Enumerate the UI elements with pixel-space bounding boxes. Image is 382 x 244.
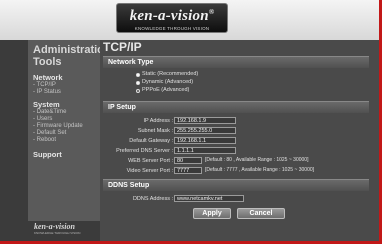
sidebar-item-default-set[interactable]: - Default Set [33,130,66,136]
radio-static-dot[interactable] [136,72,140,77]
dns-server-input[interactable] [174,147,236,154]
video-port-label: Video Server Port : [126,168,173,174]
video-port-hint: [Default : 7777 , Available Range : 1025… [205,167,315,173]
logo-text: ken-a-vision [129,8,209,24]
page-title: TCP/IP [103,40,142,54]
ddns-row: DDNS Address : [103,195,369,203]
radio-dynamic-dot[interactable] [136,80,140,85]
logo-tagline: KNOWLEDGE THROUGH VISION [134,26,210,31]
footer-logo-text: ken-a-vision [34,222,75,231]
cancel-button[interactable]: Cancel [237,208,285,219]
default-gateway-row: Default Gateway : [103,137,369,145]
apply-button[interactable]: Apply [193,208,231,219]
ddns-address-label: DDNS Address : [132,196,173,202]
dns-server-row: Preferred DNS Server : [103,147,369,155]
ip-address-input[interactable] [174,117,236,124]
sidebar-section-network[interactable]: Network [33,73,63,82]
web-port-label: WEB Server Port : [128,158,173,164]
sidebar-title-line1: Administration [33,44,111,56]
subnet-mask-input[interactable] [174,127,236,134]
footer-logo-tagline: KNOWLEDGE THROUGH VISION [34,231,81,235]
radio-static-label: Static (Recommended) [142,71,199,77]
web-port-input[interactable] [174,157,202,164]
logo-trademark: ® [208,8,215,16]
video-port-row: Video Server Port : [Default : 7777 , Av… [103,167,369,175]
ddns-address-input[interactable] [174,195,244,202]
sidebar-title-line2: Tools [33,56,62,68]
section-network-type: Network Type [103,56,369,68]
ip-address-row: IP Address : [103,117,369,125]
brand-logo: ken-a-vision® KNOWLEDGE THROUGH VISION [116,3,228,33]
web-port-hint: [Default : 80 , Available Range : 1025 ~… [205,157,309,163]
ip-address-label: IP Address : [143,118,173,124]
top-banner: ken-a-vision® KNOWLEDGE THROUGH VISION [0,0,379,40]
radio-dynamic-label: Dynamic (Advanced) [142,79,194,85]
radio-dynamic[interactable]: Dynamic (Advanced) [136,79,193,86]
sidebar-section-system[interactable]: System [33,100,60,109]
web-port-row: WEB Server Port : [Default : 80 , Availa… [103,157,369,165]
subnet-mask-label: Subnet Mask : [137,128,173,134]
radio-pppoe[interactable]: PPPoE (Advanced) [136,87,189,94]
sidebar-section-support[interactable]: Support [33,150,62,159]
dns-server-label: Preferred DNS Server : [116,148,173,154]
sidebar-title: Administration Tools [33,44,111,68]
radio-static[interactable]: Static (Recommended) [136,71,198,78]
footer-logo: ken-a-vision KNOWLEDGE THROUGH VISION [34,222,80,235]
video-port-input[interactable] [174,167,202,174]
sidebar-item-users[interactable]: - Users [33,116,52,122]
default-gateway-input[interactable] [174,137,236,144]
section-ddns-setup: DDNS Setup [103,179,369,191]
radio-pppoe-label: PPPoE (Advanced) [142,87,190,93]
sidebar-item-reboot[interactable]: - Reboot [33,137,56,143]
default-gateway-label: Default Gateway : [129,138,173,144]
sidebar-item-ip-status[interactable]: - IP Status [33,89,61,95]
section-ip-setup: IP Setup [103,101,369,113]
sidebar-item-datetime[interactable]: - Date&Time [33,109,66,115]
sidebar-item-tcpip[interactable]: - TCP/IP [33,82,56,88]
subnet-mask-row: Subnet Mask : [103,127,369,135]
radio-pppoe-dot[interactable] [136,88,140,93]
